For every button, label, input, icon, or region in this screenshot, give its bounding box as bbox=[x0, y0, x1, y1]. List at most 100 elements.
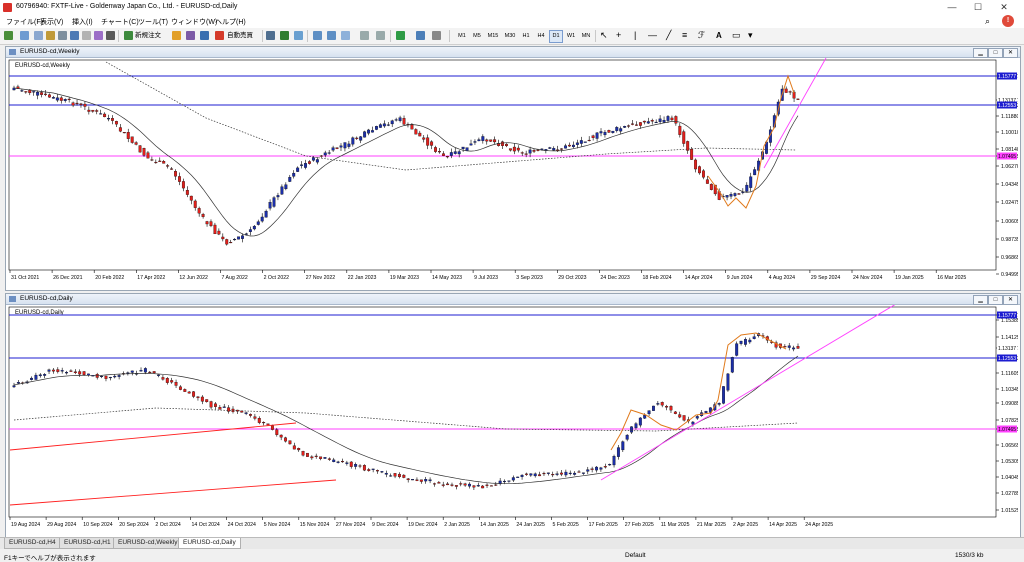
timeframe-h4[interactable]: H4 bbox=[534, 30, 548, 43]
date-tick-label: 17 Feb 2025 bbox=[589, 522, 618, 528]
periods-icon[interactable] bbox=[416, 31, 425, 40]
strategy-tester-icon[interactable] bbox=[82, 31, 91, 40]
candle-body bbox=[638, 122, 642, 126]
magenta-trendline bbox=[600, 305, 896, 481]
signals-icon[interactable] bbox=[186, 31, 195, 40]
editor-icon[interactable] bbox=[172, 31, 181, 40]
arrow-icon[interactable]: ▾ bbox=[748, 30, 753, 41]
vertical-line-icon[interactable]: | bbox=[634, 30, 636, 41]
tab-h4[interactable]: EURUSD-cd,H4 bbox=[4, 538, 61, 549]
market-watch-icon[interactable] bbox=[34, 31, 43, 40]
menu-file[interactable]: ファイル(F) bbox=[6, 17, 43, 27]
weekly-close-button[interactable]: ✕ bbox=[1003, 48, 1018, 58]
cursor-icon[interactable]: ↖ bbox=[600, 30, 608, 41]
timeframe-d1[interactable]: D1 bbox=[549, 30, 563, 43]
candlestick-icon[interactable] bbox=[280, 31, 289, 40]
daily-chart-window[interactable]: EURUSD-cd,Daily ▁ □ ✕ EURUSD-cd,Daily 1.1… bbox=[5, 293, 1021, 538]
line-chart-icon[interactable] bbox=[294, 31, 303, 40]
menu-insert[interactable]: 挿入(I) bbox=[72, 17, 93, 27]
timeframe-w1[interactable]: W1 bbox=[564, 30, 578, 43]
weekly-chart-window[interactable]: EURUSD-cd,Weekly ▁ □ ✕ EURUSD-cd,Weekly 1… bbox=[5, 46, 1021, 291]
chart-shift-icon[interactable] bbox=[376, 31, 385, 40]
timeframe-mn[interactable]: MN bbox=[579, 30, 593, 43]
candle-body bbox=[650, 120, 654, 122]
tab-h1[interactable]: EURUSD-cd,H1 bbox=[59, 538, 116, 549]
search-icon[interactable]: ⌕ bbox=[985, 16, 990, 27]
channel-icon[interactable]: ≡ bbox=[682, 30, 687, 41]
navigator-icon[interactable] bbox=[58, 31, 67, 40]
timeframe-m5[interactable]: M5 bbox=[470, 30, 484, 43]
profiles-icon[interactable] bbox=[20, 31, 29, 40]
weekly-chart[interactable]: EURUSD-cd,Weekly1.157771.131371.125531.1… bbox=[6, 58, 1018, 288]
daily-maximize-button[interactable]: □ bbox=[988, 295, 1003, 305]
price-label-text: 1.07465 bbox=[998, 154, 1016, 160]
chart-window-icon bbox=[9, 49, 16, 55]
new-order-button[interactable]: 新規注文 bbox=[135, 30, 161, 41]
crosshair-icon[interactable]: + bbox=[616, 30, 621, 41]
candle-body bbox=[222, 406, 226, 408]
menu-tools[interactable]: ツール(T) bbox=[138, 17, 168, 27]
candle-body bbox=[690, 148, 694, 160]
fibonacci-icon[interactable]: ℱ bbox=[698, 30, 705, 41]
auto-scroll-icon[interactable] bbox=[360, 31, 369, 40]
trendline-icon[interactable]: ╱ bbox=[666, 30, 671, 41]
weekly-minimize-button[interactable]: ▁ bbox=[973, 48, 988, 58]
maximize-button[interactable]: ☐ bbox=[966, 1, 990, 14]
candle-body bbox=[733, 193, 737, 196]
zoom-in-icon[interactable] bbox=[313, 31, 322, 40]
daily-minimize-button[interactable]: ▁ bbox=[973, 295, 988, 305]
new-chart-icon[interactable] bbox=[4, 31, 13, 40]
daily-window-titlebar[interactable]: EURUSD-cd,Daily ▁ □ ✕ bbox=[6, 294, 1020, 305]
auto-trade-icon[interactable] bbox=[200, 31, 209, 40]
candle-body bbox=[205, 399, 209, 403]
date-tick-label: 9 Dec 2024 bbox=[372, 522, 399, 528]
menu-help[interactable]: ヘルプ(H) bbox=[215, 17, 246, 27]
bar-chart-icon[interactable] bbox=[266, 31, 275, 40]
horizontal-line-icon[interactable]: — bbox=[648, 30, 657, 41]
new-order-icon[interactable] bbox=[124, 31, 133, 40]
daily-chart[interactable]: EURUSD-cd,Daily1.157771.153851.141251.13… bbox=[6, 305, 1018, 535]
date-tick-label: 14 May 2023 bbox=[432, 275, 462, 281]
tab-daily[interactable]: EURUSD-cd,Daily bbox=[178, 538, 241, 549]
auto-trade-status-icon[interactable] bbox=[215, 31, 224, 40]
candle-body bbox=[189, 195, 193, 201]
weekly-window-titlebar[interactable]: EURUSD-cd,Weekly ▁ □ ✕ bbox=[6, 47, 1020, 58]
notification-icon[interactable]: ! bbox=[1002, 15, 1014, 27]
candle-body bbox=[44, 93, 47, 95]
label-icon[interactable]: ▭ bbox=[732, 30, 741, 41]
timeframe-m15[interactable]: M15 bbox=[486, 30, 500, 43]
menu-window[interactable]: ウィンドウ(W) bbox=[171, 17, 217, 27]
candle-body bbox=[248, 229, 252, 232]
candle-body bbox=[555, 473, 559, 475]
price-tick-label: 1.04045 bbox=[1001, 475, 1018, 481]
data-window-icon[interactable] bbox=[46, 31, 55, 40]
timeframe-m1[interactable]: M1 bbox=[455, 30, 469, 43]
candle-body bbox=[276, 195, 280, 198]
candle-body bbox=[705, 179, 709, 184]
candle-body bbox=[355, 137, 359, 139]
text-tool-icon[interactable]: A bbox=[716, 30, 722, 41]
menu-view[interactable]: 表示(V) bbox=[40, 17, 63, 27]
timeframe-h1[interactable]: H1 bbox=[519, 30, 533, 43]
candle-body bbox=[288, 440, 292, 445]
daily-close-button[interactable]: ✕ bbox=[1003, 295, 1018, 305]
tab-weekly[interactable]: EURUSD-cd,Weekly bbox=[113, 538, 183, 549]
indicators-icon[interactable] bbox=[396, 31, 405, 40]
candle-body bbox=[36, 91, 40, 96]
terminal-icon[interactable] bbox=[70, 31, 79, 40]
minimize-button[interactable]: — bbox=[940, 1, 964, 14]
history-icon[interactable] bbox=[94, 31, 103, 40]
auto-trade-button[interactable]: 自動売買 bbox=[227, 30, 253, 41]
close-button[interactable]: ✕ bbox=[992, 1, 1016, 14]
options-icon[interactable] bbox=[106, 31, 115, 40]
candle-body bbox=[508, 148, 512, 151]
date-tick-label: 19 Mar 2023 bbox=[390, 275, 419, 281]
templates-icon[interactable] bbox=[432, 31, 441, 40]
menu-chart[interactable]: チャート(C) bbox=[101, 17, 139, 27]
candle-body bbox=[627, 125, 631, 127]
zoom-out-icon[interactable] bbox=[327, 31, 336, 40]
candle-body bbox=[166, 165, 170, 167]
weekly-maximize-button[interactable]: □ bbox=[988, 48, 1003, 58]
tile-windows-icon[interactable] bbox=[341, 31, 350, 40]
timeframe-m30[interactable]: M30 bbox=[503, 30, 517, 43]
